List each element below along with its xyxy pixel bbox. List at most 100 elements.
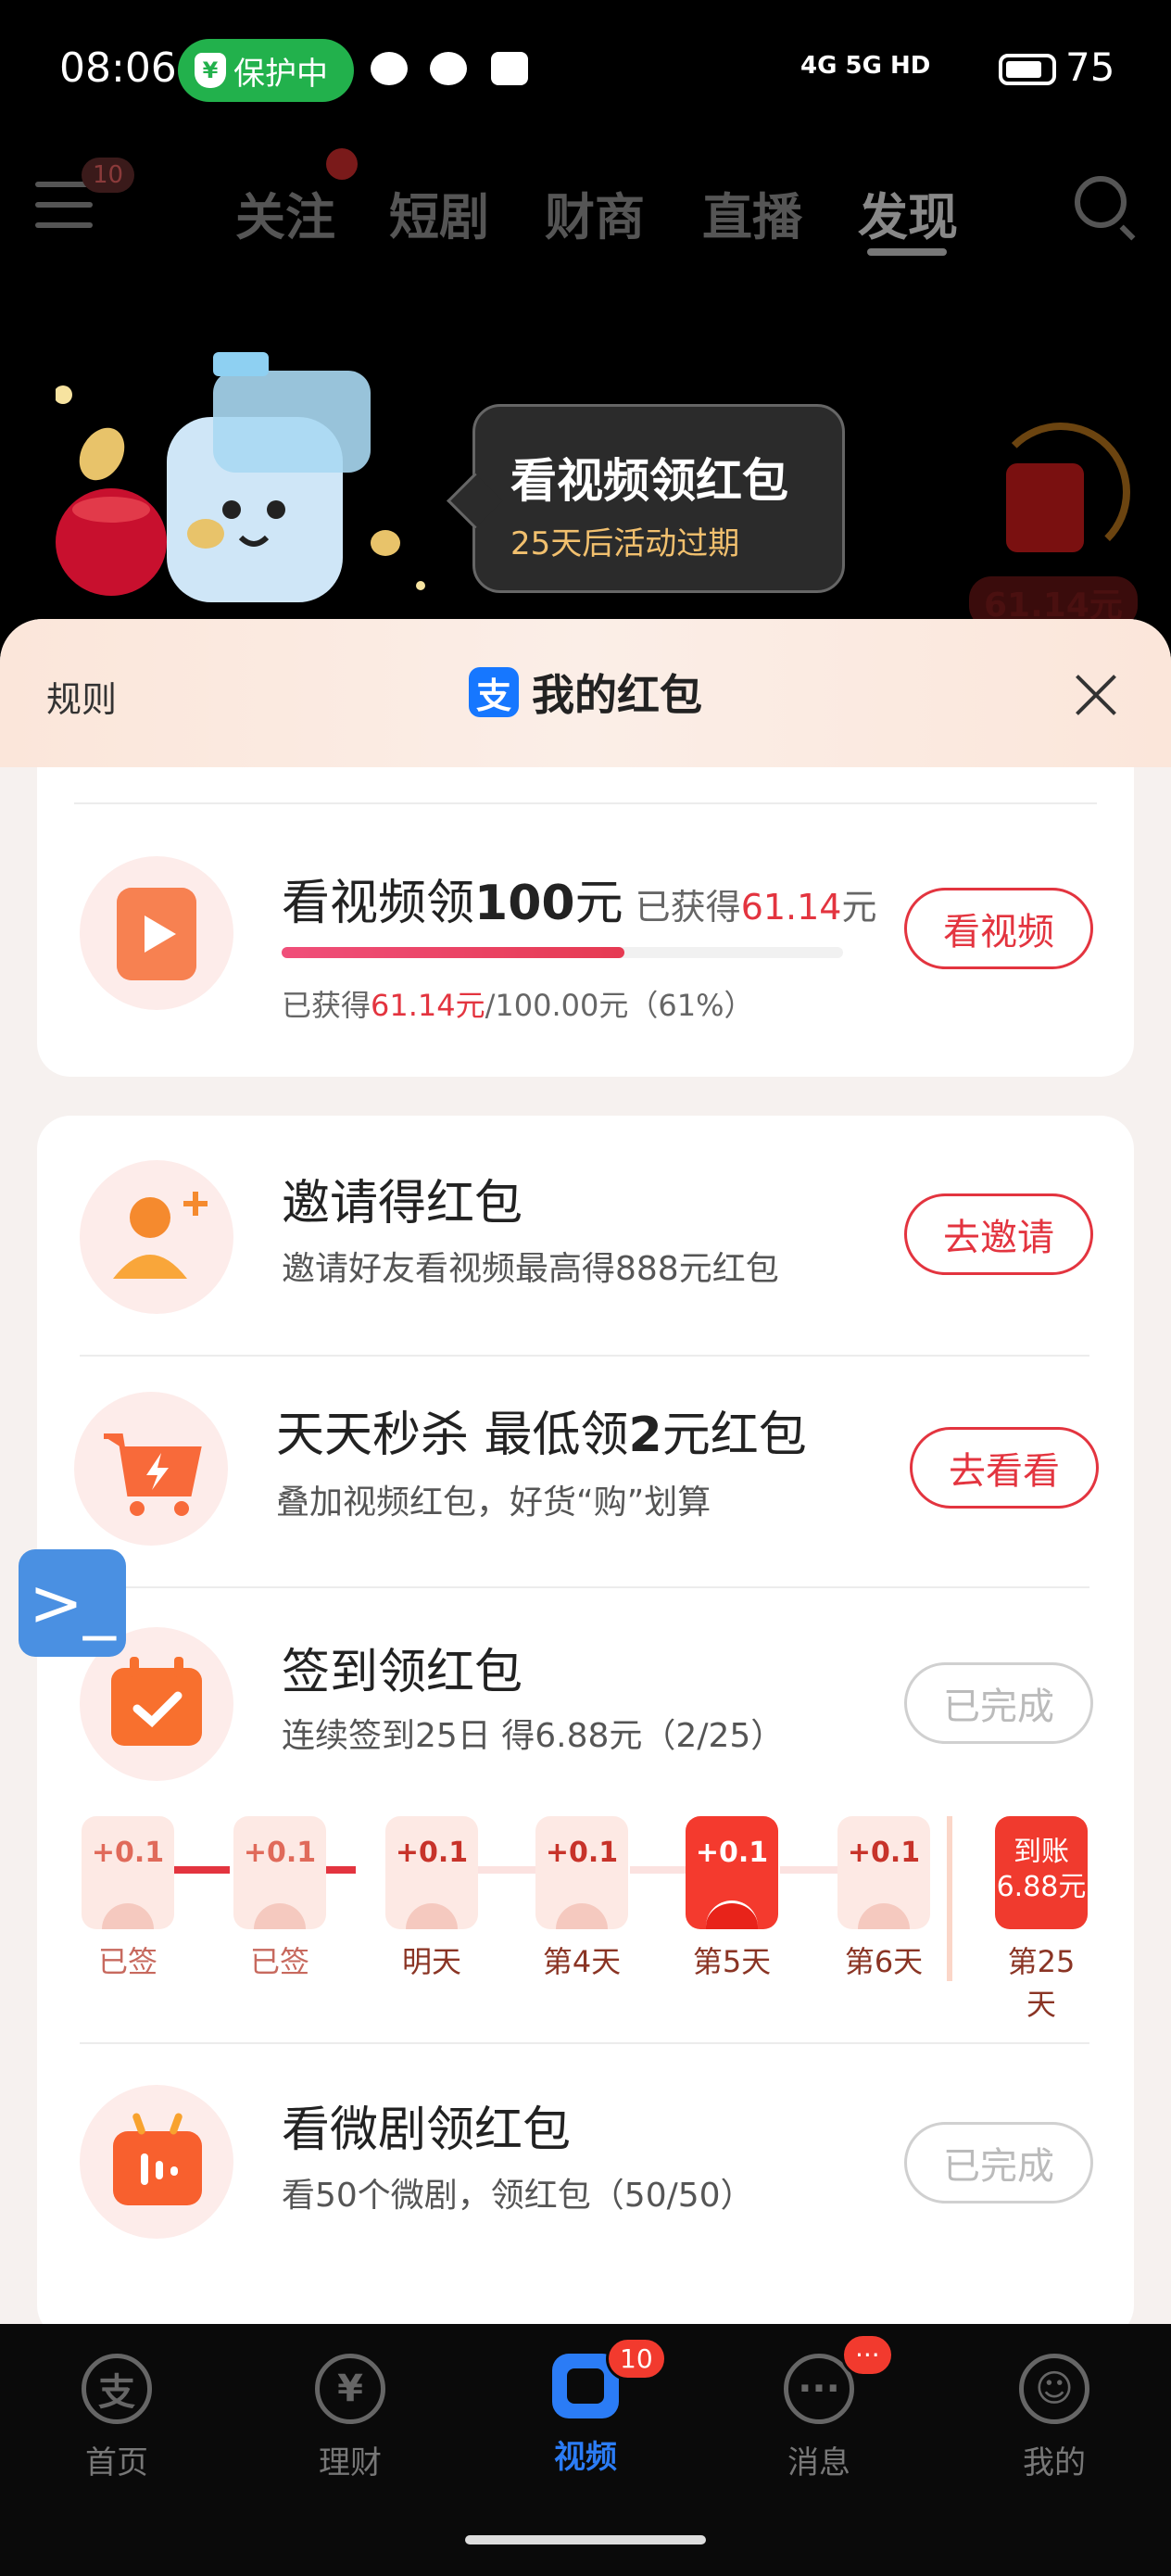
micro-drama-subtitle: 看50个微剧，领红包（50/50） [282,2177,754,2215]
day-connector [630,1866,687,1874]
day-connector [324,1866,356,1874]
day-label: 第4天 [542,1944,622,1979]
rules-link[interactable]: 规则 [46,671,117,722]
day-label: 第25天 [1007,1944,1076,2022]
signin-day: +0.1 第6天 [837,1816,930,1981]
message-notification-icon [430,52,467,85]
tab-underline [867,248,947,256]
search-icon[interactable] [1075,176,1127,228]
home-indicator [465,2535,706,2544]
tab-discover[interactable]: 发现 [858,176,958,249]
battery-level: 75 [1065,44,1115,90]
day-connector [780,1866,837,1874]
mascot-illustration [56,352,425,602]
red-packet-sheet: 规则 支 我的红包 看视频领100元 已获得61.14元 已获得61.14元/1… [0,619,1171,2324]
signin-day-final: 到账 6.88元 第25天 [995,1816,1088,2024]
signin-title: 签到领红包 [282,1645,523,1700]
flash-sale-button[interactable]: 去看看 [910,1427,1099,1509]
profile-icon: ☺ [1019,2354,1089,2424]
watch-video-button[interactable]: 看视频 [904,888,1093,969]
day-label: 明天 [401,1944,461,1979]
day-label: 第5天 [692,1944,772,1979]
status-time: 08:06 [59,44,177,92]
micro-drama-done-button[interactable]: 已完成 [904,2122,1093,2203]
video-tab-badge: 10 [606,2337,667,2380]
signin-day: +0.1 第4天 [535,1816,628,1981]
battery-icon [999,54,1056,85]
tab-finance[interactable]: 财商 [545,176,645,249]
tab-short-drama[interactable]: 短剧 [389,176,489,249]
tv-icon [113,2113,202,2205]
messages-tab-badge: ··· [841,2333,894,2377]
watch-detail: 已获得61.14元/100.00元（61%） [282,988,754,1023]
tab-live[interactable]: 直播 [702,176,802,249]
menu-icon[interactable] [35,182,93,228]
watch-progress-bar [282,947,843,958]
micro-drama-title: 看微剧领红包 [282,2102,572,2158]
tab-profile[interactable]: ☺ 我的 [980,2354,1128,2482]
divider [74,802,1097,804]
flash-sale-subtitle: 叠加视频红包，好货“购”划算 [276,1484,711,1522]
terminal-float-icon[interactable]: >_ [19,1549,126,1657]
nav-red-dot [326,148,358,180]
day-separator [947,1816,952,1981]
watch-progress-fill [282,947,624,958]
day-box: +0.1 [82,1816,174,1929]
network-indicator: 4G 5G HD [800,52,931,80]
video-task-icon-bg [80,856,233,1010]
watch-video-card: 看视频领100元 已获得61.14元 已获得61.14元/100.00元（61%… [37,767,1134,1077]
signin-day: +0.1 已签 [233,1816,326,1981]
banner-bubble[interactable]: 看视频领红包 25天后活动过期 [472,404,845,593]
shield-icon: ¥ [195,53,226,88]
invite-button[interactable]: 去邀请 [904,1193,1093,1275]
day-box: +0.1 [686,1816,778,1929]
sheet-title: 我的红包 [532,670,702,720]
menu-badge: 10 [82,158,135,193]
invite-subtitle: 邀请好友看视频最高得888元红包 [282,1250,779,1288]
day-box: +0.1 [233,1816,326,1929]
shopping-cart-icon [104,1433,202,1516]
day-label: 第6天 [844,1944,924,1979]
divider [80,2042,1089,2044]
micro-drama-icon-bg [80,2085,233,2239]
app-notification-icon [491,52,528,85]
flash-sale-title: 天天秒杀 最低领2元红包 [276,1408,807,1463]
tab-follow[interactable]: 关注 [235,176,335,249]
alipay-logo-icon: 支 [469,667,519,717]
divider [80,1586,1089,1588]
day-label: 已签 [97,1944,157,1979]
divider [80,1355,1089,1357]
close-icon[interactable] [1073,673,1117,717]
flash-sale-icon-bg [74,1392,228,1546]
signin-day: +0.1 明天 [385,1816,478,1981]
day-connector [174,1866,230,1874]
red-packet-icon[interactable] [1006,463,1084,552]
chat-notification-icon [371,52,408,85]
day-box: +0.1 [837,1816,930,1929]
watch-title: 看视频领100元 已获得61.14元 [282,876,877,931]
protect-badge: ¥ 保护中 [178,39,354,102]
signin-done-button[interactable]: 已完成 [904,1662,1093,1744]
tasks-card: 邀请得红包 邀请好友看视频最高得888元红包 去邀请 天天秒杀 最低领2元红包 … [37,1116,1134,2324]
day-box: +0.1 [535,1816,628,1929]
invite-title: 邀请得红包 [282,1176,523,1231]
signin-day: +0.1 第5天 [686,1816,778,1981]
day-box: +0.1 [385,1816,478,1929]
yuan-icon: ¥ [315,2354,385,2424]
signin-subtitle: 连续签到25日 得6.88元（2/25） [282,1717,785,1755]
tab-wealth[interactable]: ¥ 理财 [276,2354,424,2482]
status-bar: 08:06 ¥ 保护中 4G 5G HD 75 [0,0,1171,139]
protect-label: 保护中 [233,55,328,93]
play-icon [117,888,196,980]
invite-task-icon-bg [80,1160,233,1314]
day-connector [478,1866,535,1874]
day-label: 已签 [249,1944,309,1979]
day-box: 到账 6.88元 [995,1816,1088,1929]
tab-home[interactable]: 支 首页 [43,2354,191,2482]
signin-day: +0.1 已签 [82,1816,174,1981]
add-user-icon [113,1192,208,1279]
alipay-home-icon: 支 [82,2354,152,2424]
banner-subtitle: 25天后活动过期 [510,525,740,562]
sheet-title-group: 支 我的红包 [469,662,702,723]
banner-title: 看视频领红包 [510,454,788,508]
